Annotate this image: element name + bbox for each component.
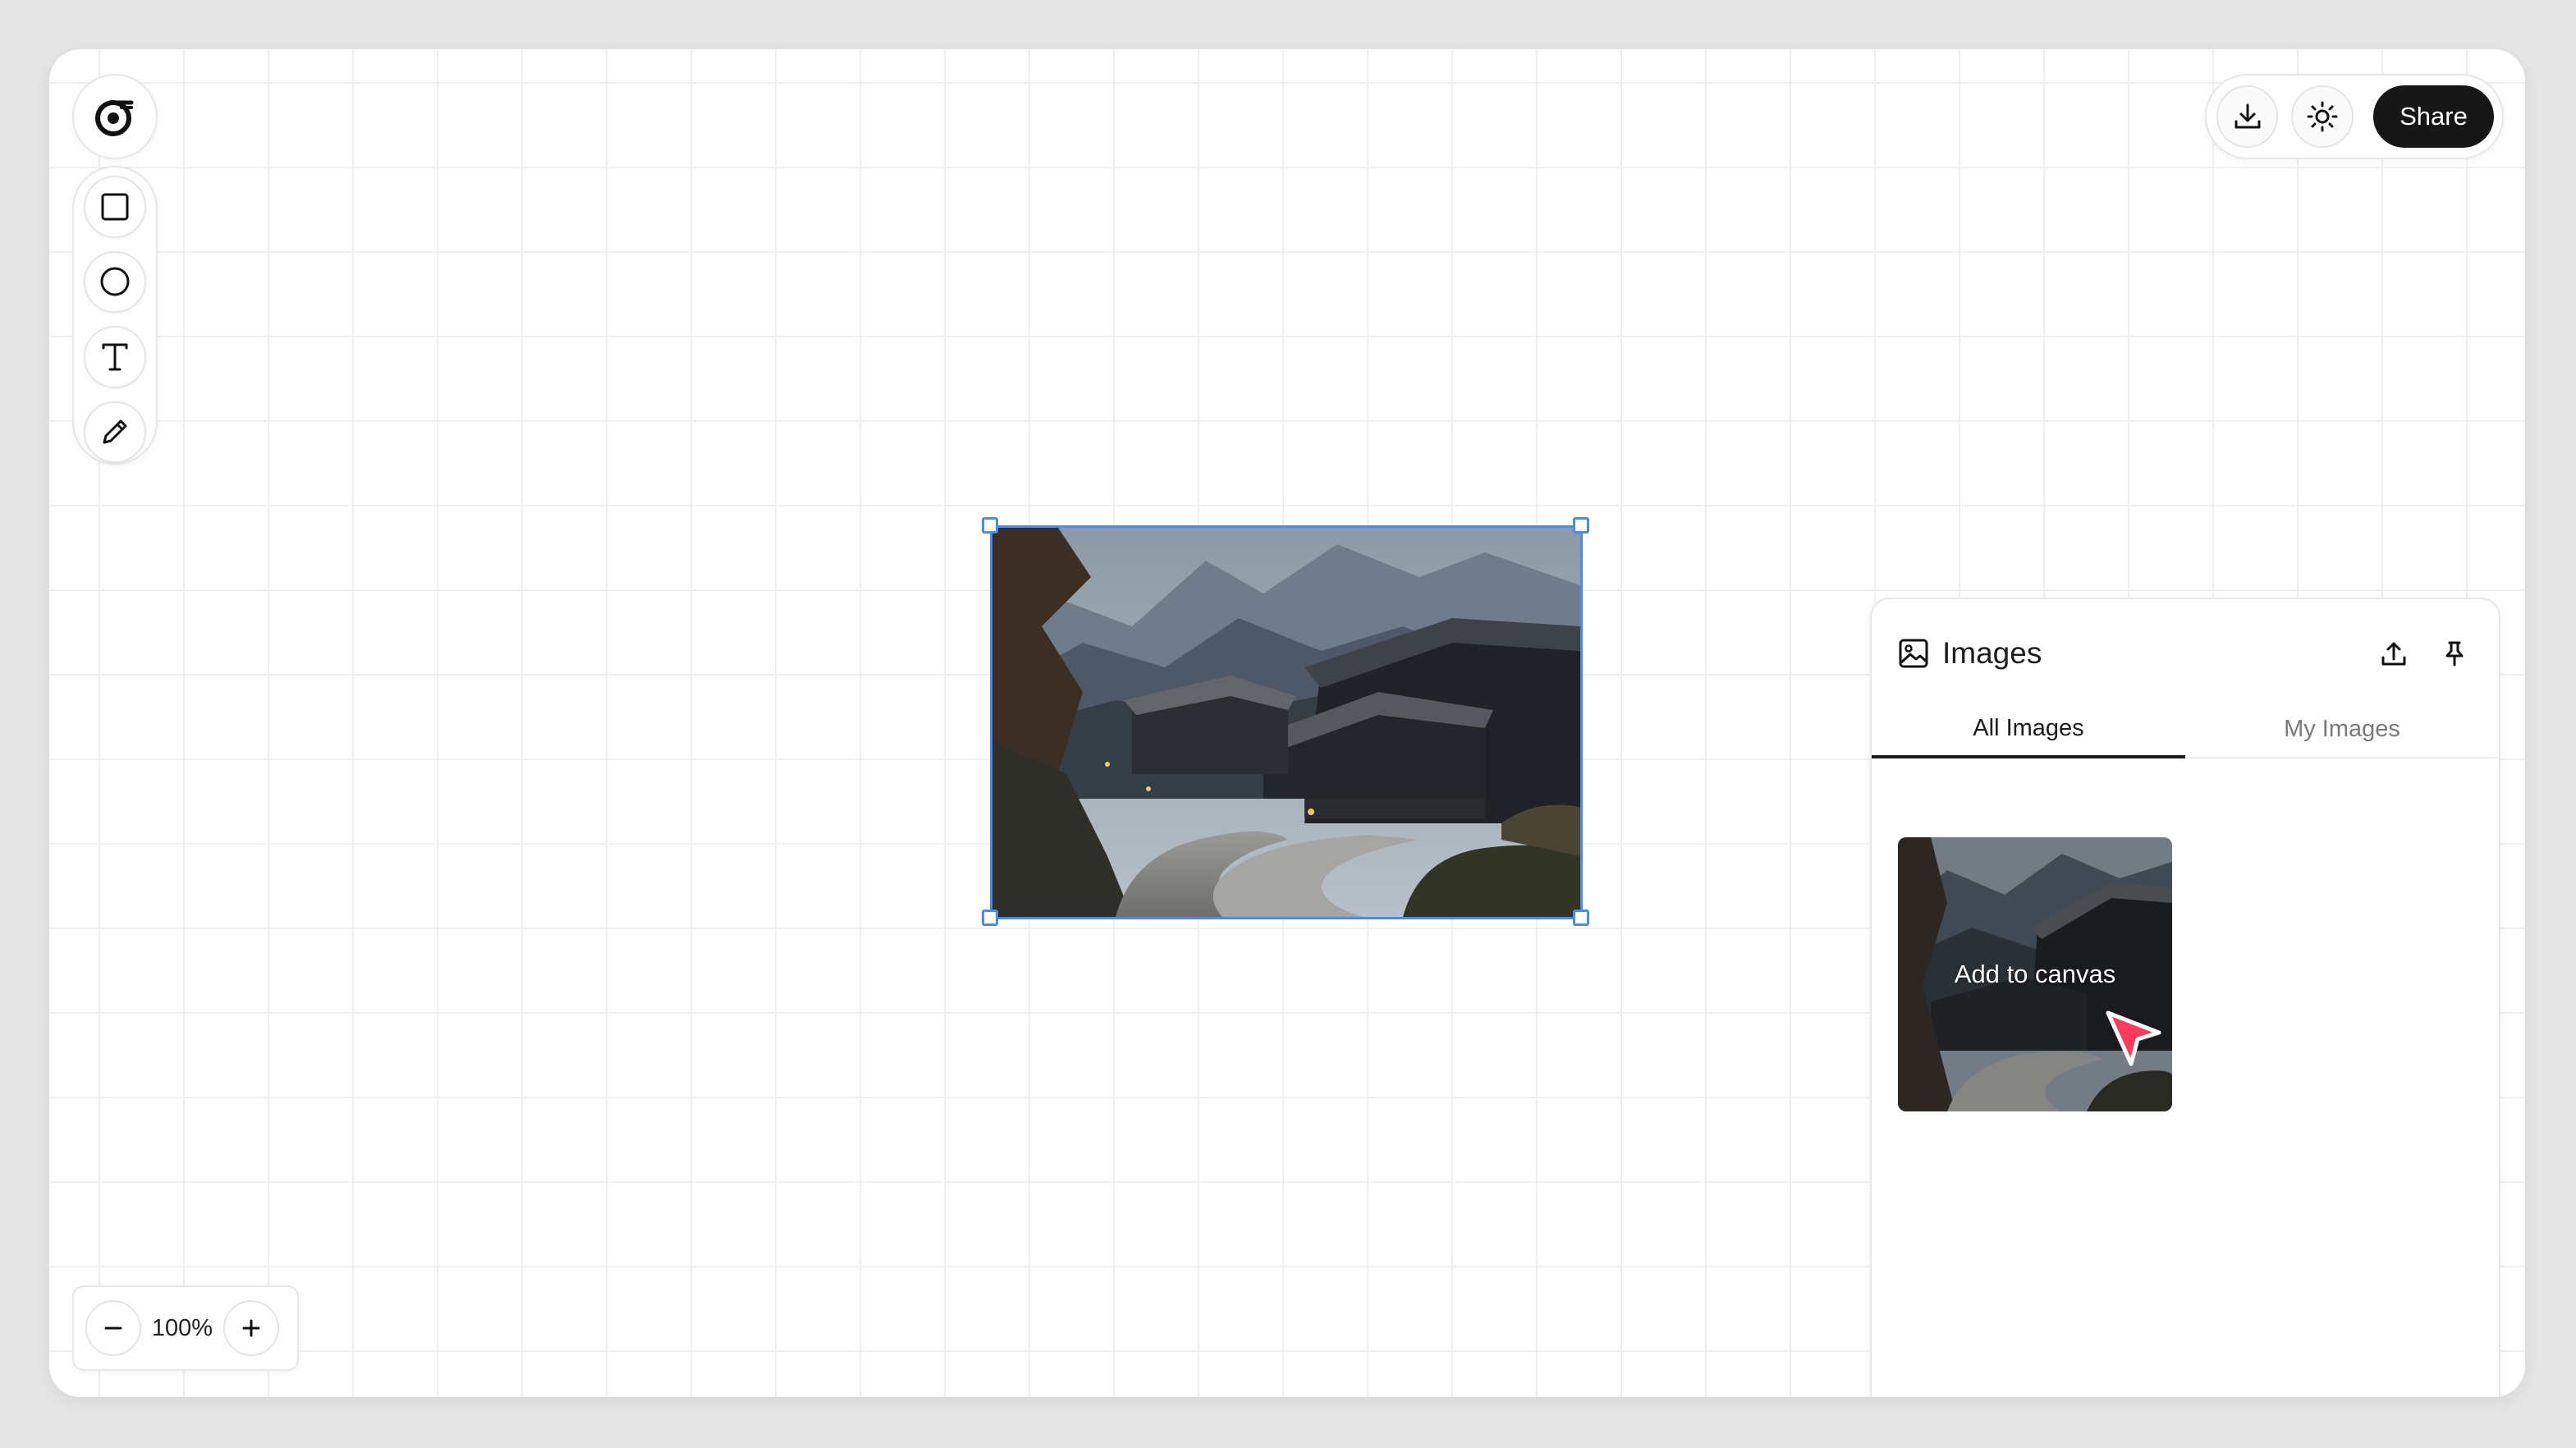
images-panel-title: Images — [1942, 636, 2042, 670]
add-to-canvas-label[interactable]: Add to canvas — [1955, 960, 2115, 989]
theme-toggle-button[interactable] — [2291, 85, 2354, 148]
circle-icon — [100, 267, 130, 296]
resize-handle-bottom-left[interactable] — [982, 910, 998, 926]
zoom-out-button[interactable] — [85, 1300, 141, 1356]
sun-icon — [2307, 101, 2338, 132]
upload-image-button[interactable] — [2376, 635, 2412, 671]
zoom-in-button[interactable] — [223, 1300, 279, 1356]
pin-panel-button[interactable] — [2436, 635, 2473, 671]
images-tabs: All Images My Images — [1872, 701, 2499, 758]
upload-icon — [2381, 642, 2406, 666]
share-button[interactable]: Share — [2372, 85, 2494, 148]
download-button[interactable] — [2216, 85, 2279, 148]
rectangle-tool-button[interactable] — [84, 176, 146, 238]
images-panel-header: Images — [1898, 629, 2473, 678]
resize-handle-top-left[interactable] — [982, 517, 998, 534]
canvas-area[interactable]: Share 100% Images All Images My Images A… — [49, 49, 2525, 1397]
logo-icon — [95, 100, 134, 136]
zoom-control: 100% — [72, 1285, 299, 1371]
cursor-icon — [2106, 1010, 2161, 1066]
village-landscape-image — [992, 528, 1580, 917]
text-icon — [102, 343, 128, 371]
zoom-level: 100% — [151, 1314, 213, 1341]
canvas-image[interactable] — [990, 525, 1583, 919]
download-icon — [2235, 103, 2261, 129]
tool-bar — [72, 166, 158, 465]
ellipse-tool-button[interactable] — [84, 250, 146, 313]
resize-handle-bottom-right[interactable] — [1573, 910, 1589, 926]
pen-tool-button[interactable] — [84, 401, 146, 463]
pin-icon — [2445, 641, 2464, 667]
resize-handle-top-right[interactable] — [1573, 517, 1589, 534]
square-icon — [101, 193, 129, 221]
tab-all-images[interactable]: All Images — [1872, 701, 2185, 758]
top-actions: Share — [2205, 74, 2504, 159]
image-icon — [1899, 639, 1928, 668]
minus-icon — [104, 1327, 122, 1330]
logo[interactable] — [72, 74, 158, 159]
images-panel: Images All Images My Images Add to canva… — [1870, 598, 2500, 1397]
plus-icon — [242, 1319, 260, 1337]
pencil-icon — [103, 419, 127, 444]
text-tool-button[interactable] — [84, 326, 146, 388]
tab-my-images[interactable]: My Images — [2185, 701, 2499, 757]
